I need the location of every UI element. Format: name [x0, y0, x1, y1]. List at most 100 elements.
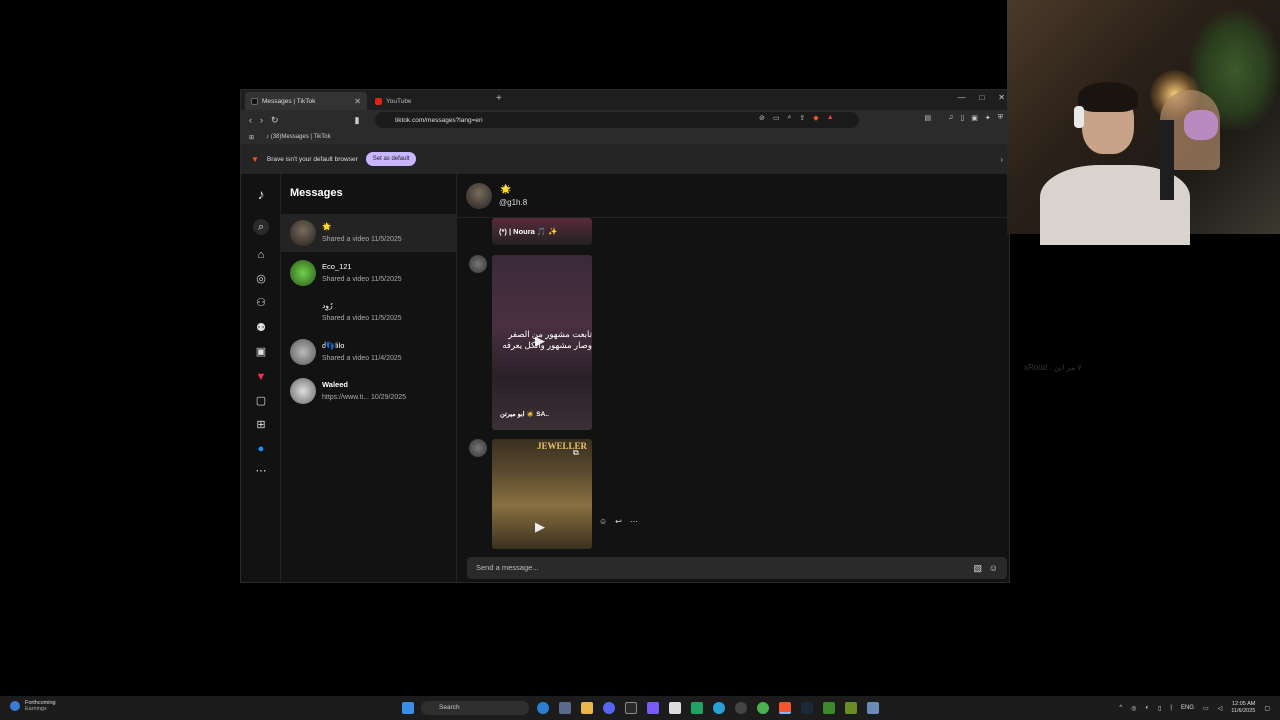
play-icon[interactable]: ▶ [535, 333, 545, 349]
app-icon[interactable] [625, 702, 637, 714]
cast-icon[interactable]: ▭ [773, 114, 780, 122]
live-icon[interactable]: ▣ [253, 344, 269, 360]
search-icon[interactable]: ⌕ [253, 219, 269, 235]
conversation-item[interactable]: Eco_121 Shared a video 11/5/2025 [281, 254, 457, 292]
chat-panel: 🌟 @g1h.8 (*) | Noura 🎵 ✨ تابعت مشهور من … [457, 174, 1009, 582]
close-tab-icon[interactable]: ✕ [354, 97, 361, 106]
conversation-item[interactable]: ძ👣lilo Shared a video 11/4/2025 [281, 333, 457, 371]
conversation-date: 11/4/2025 [371, 355, 402, 362]
app-icon[interactable] [845, 702, 857, 714]
address-bar-icons: ⊘ ▭ ⌕ ⇪ ◆ ▲ [759, 114, 834, 122]
file-explorer-icon[interactable] [581, 702, 593, 714]
task-view-icon[interactable] [559, 702, 571, 714]
start-icon[interactable] [402, 702, 414, 714]
leo-icon[interactable]: ✦ [985, 114, 991, 122]
message-input[interactable]: Send a message... ▧ ☺ [467, 557, 1007, 579]
image-upload-icon[interactable]: ▧ [973, 557, 982, 579]
mic-icon[interactable]: | [1170, 705, 1172, 711]
xbox-icon[interactable] [691, 702, 703, 714]
tiktok-app-icon[interactable] [669, 702, 681, 714]
bookmark-item[interactable]: ♪ (38)Messages | TikTok [266, 134, 331, 140]
upload-icon[interactable]: ⊞ [253, 417, 269, 433]
set-default-button[interactable]: Set as default [365, 152, 417, 166]
app-icon[interactable] [735, 702, 747, 714]
tab-messages-tiktok[interactable]: Messages | TikTok ✕ [245, 92, 367, 110]
media-icon[interactable]: ⊘ [759, 114, 765, 122]
conversation-item[interactable]: رُوِد Shared a video 11/5/2025 [281, 293, 457, 331]
weather-widget[interactable]: Forthcoming Earnings [10, 700, 56, 712]
shared-video-card[interactable]: (*) | Noura 🎵 ✨ [492, 218, 592, 245]
infobar-close-icon[interactable]: › [1000, 155, 1003, 164]
react-emoji-icon[interactable]: ☺ [599, 517, 607, 526]
profile-avatar-icon[interactable]: ● [253, 441, 269, 457]
following-icon[interactable]: ⚇ [253, 295, 269, 311]
language-indicator[interactable]: ENG [1181, 705, 1194, 711]
app-tray-icon[interactable]: ◎ [1131, 705, 1136, 712]
reload-icon[interactable]: ↻ [271, 115, 279, 126]
edge-icon[interactable] [537, 702, 549, 714]
new-tab-icon[interactable]: + [496, 93, 502, 104]
app-icon[interactable] [647, 702, 659, 714]
clock-time: 12:05 AM [1232, 701, 1256, 707]
volume-icon[interactable]: ◁ [1218, 705, 1223, 712]
maximize-icon[interactable]: □ [979, 93, 984, 102]
explore-icon[interactable]: ◎ [253, 271, 269, 287]
earnings-widget-icon [10, 701, 20, 711]
telegram-icon[interactable] [713, 702, 725, 714]
taskbar-search[interactable]: Search [421, 701, 529, 715]
messages-icon[interactable]: ▢ [253, 393, 269, 409]
zoom-icon[interactable]: ⌕ [788, 114, 792, 122]
conversation-name: 🌟 [322, 222, 332, 231]
brave-shields-icon[interactable]: ◆ [813, 114, 818, 122]
contact-name: 🌟 [500, 184, 512, 194]
conversation-name: Eco_121 [322, 262, 352, 271]
taskbar: Forthcoming Earnings Search ^ ◎ ◐ ▯ | EN… [0, 696, 1280, 720]
minimize-icon[interactable]: — [957, 93, 965, 102]
close-window-icon[interactable]: ✕ [998, 93, 1005, 102]
share-icon[interactable]: ⇪ [799, 114, 805, 122]
friends-icon[interactable]: ⚉ [253, 320, 269, 336]
extensions-bar: ▤ ♫ ▯ ▣ ✦ ⛨ [925, 114, 1003, 122]
tab-youtube[interactable]: YouTube [369, 92, 491, 110]
contact-handle[interactable]: @g1h.8 [499, 198, 527, 207]
brave-rewards-icon[interactable]: ▲ [827, 114, 834, 122]
wallet-icon[interactable]: ▣ [971, 114, 978, 122]
speaker-icon[interactable]: ◐ [1145, 705, 1149, 711]
conversation-item[interactable]: Waleed https://www.ti... 10/29/2025 [281, 372, 457, 410]
conversation-preview: Shared a video [322, 276, 370, 283]
bookmark-icon[interactable]: ▮ [355, 115, 360, 126]
tiktok-logo-icon[interactable]: ♪ [253, 186, 269, 202]
reply-icon[interactable]: ↩ [615, 517, 622, 526]
shared-video-card[interactable]: تابعت مشهور من الصفر وصار مشهور والكل يع… [492, 255, 592, 430]
chrome-icon[interactable] [757, 702, 769, 714]
home-icon[interactable]: ⌂ [253, 247, 269, 263]
sidebar-toggle-icon[interactable]: ▤ [925, 114, 932, 122]
more-options-icon[interactable]: ⋯ [630, 517, 638, 526]
composer-placeholder: Send a message... [476, 563, 539, 572]
brave-icon[interactable] [779, 702, 791, 714]
battery-icon[interactable]: ▯ [1158, 705, 1161, 712]
emoji-icon[interactable]: ☺ [989, 557, 998, 579]
discord-icon[interactable] [603, 702, 615, 714]
music-icon[interactable]: ♫ [948, 114, 953, 122]
back-icon[interactable]: ‹ [249, 115, 252, 125]
apps-grid-icon[interactable]: ⊞ [249, 134, 254, 141]
chevron-up-icon[interactable]: ^ [1119, 705, 1122, 711]
contact-avatar[interactable] [466, 183, 492, 209]
clock[interactable]: 12:05 AM 11/6/2025 [1231, 701, 1255, 715]
minecraft-icon[interactable] [823, 702, 835, 714]
vpn-icon[interactable]: ⛨ [998, 114, 1003, 122]
more-icon[interactable]: ⋯ [253, 463, 269, 479]
reading-list-icon[interactable]: ▯ [960, 114, 964, 122]
conversation-item[interactable]: 🌟 Shared a video 11/5/2025 [281, 214, 457, 252]
steam-icon[interactable] [801, 702, 813, 714]
app-icon[interactable] [867, 702, 879, 714]
network-icon[interactable]: ▭ [1203, 705, 1209, 712]
activity-icon[interactable]: ▼ [253, 369, 269, 385]
forward-icon[interactable]: › [260, 115, 263, 125]
shared-video-card[interactable]: JEWELLER ⧉ ▶ [492, 439, 592, 549]
play-icon[interactable]: ▶ [535, 519, 545, 535]
notification-icon[interactable]: ▢ [1264, 705, 1270, 712]
video-sign-text: JEWELLER [537, 441, 588, 451]
widget-subtitle: Earnings [25, 706, 47, 712]
